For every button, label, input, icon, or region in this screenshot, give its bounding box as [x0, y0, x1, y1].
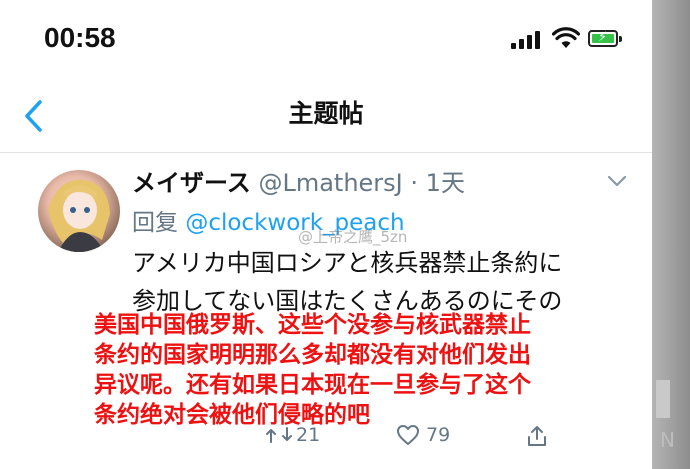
tweet-time: 1天 — [425, 169, 465, 197]
author-handle: @LmathersJ — [258, 169, 403, 197]
tweet-text: アメリカ中国ロシアと核兵器禁止条約に 参加してない国はたくさんあるのにその — [132, 244, 622, 320]
author-name: メイザース — [132, 169, 251, 197]
like-button[interactable]: 79 — [396, 424, 450, 446]
retweet-icon — [266, 427, 292, 443]
share-icon — [528, 426, 546, 446]
signal-icon — [511, 31, 543, 49]
caption-line: 美国中国俄罗斯、这些个没参与核武器禁止 — [94, 312, 531, 338]
retweet-count: 21 — [296, 424, 321, 446]
caption-line: 异议呢。还有如果日本现在一旦参与了这个 — [94, 372, 531, 398]
avatar-illustration — [48, 179, 110, 252]
meta-separator: · — [410, 169, 419, 197]
background-letter: N — [660, 428, 675, 452]
caption-line: 条约的国家明明那么多却都没有对他们发出 — [94, 342, 531, 368]
share-button[interactable] — [526, 424, 548, 448]
wifi-icon — [552, 27, 580, 48]
like-count: 79 — [426, 424, 451, 446]
phone-screen: 00:58 ⚡ 主题帖 メイザース @LmathersJ · 1天 回复 @cl… — [0, 0, 652, 469]
status-bar: 00:58 ⚡ — [0, 0, 652, 80]
retweet-button[interactable]: 21 — [266, 424, 320, 446]
background-mark — [656, 380, 670, 418]
page-title: 主题帖 — [288, 99, 364, 128]
tweet-text-line: アメリカ中国ロシアと核兵器禁止条約に — [132, 249, 563, 277]
photo-background-edge: N — [652, 0, 690, 469]
heart-icon — [397, 425, 419, 445]
tweet-actions: 21 79 — [0, 420, 652, 460]
translation-caption: 美国中国俄罗斯、这些个没参与核武器禁止 条约的国家明明那么多却都没有对他们发出 … — [94, 310, 610, 430]
tweet-author[interactable]: メイザース @LmathersJ · 1天 — [132, 163, 465, 198]
tweet-menu-chevron-icon[interactable] — [606, 174, 628, 188]
status-time: 00:58 — [44, 22, 116, 53]
reply-prefix: 回复 — [132, 210, 178, 236]
avatar[interactable] — [38, 170, 120, 252]
nav-bar: 主题帖 — [0, 80, 652, 153]
battery-icon: ⚡ — [588, 30, 622, 47]
